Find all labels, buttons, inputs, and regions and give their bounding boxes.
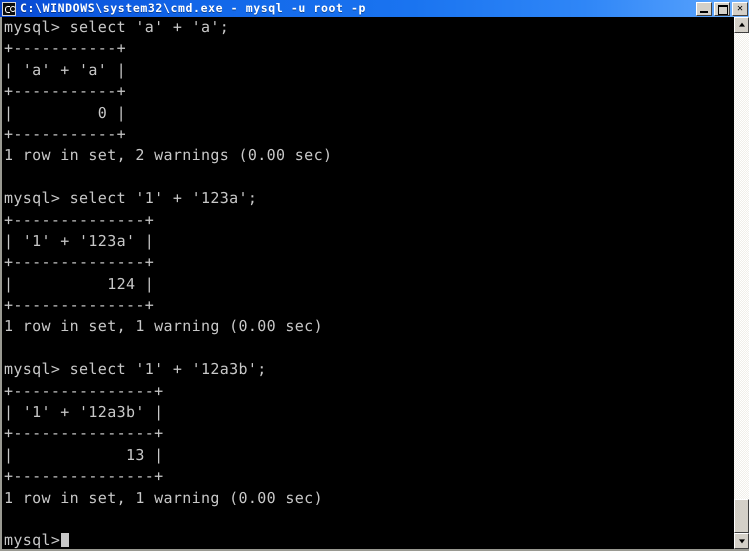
title-bar[interactable]: C:\WINDOWS\system32\cmd.exe - mysql -u r… xyxy=(0,0,749,17)
close-icon: ✕ xyxy=(736,2,744,14)
console-area: mysql> select 'a' + 'a'; +-----------+ | '… xyxy=(0,17,749,551)
window-title: C:\WINDOWS\system32\cmd.exe - mysql -u r… xyxy=(20,1,367,15)
terminal-line: +-----------+ xyxy=(4,39,126,58)
terminal-line: mysql> xyxy=(4,530,733,549)
scroll-down-button[interactable] xyxy=(734,533,749,549)
terminal-line: +-----------+ xyxy=(4,82,126,101)
terminal-line: +--------------+ xyxy=(4,253,155,272)
terminal-line: 1 row in set, 1 warning (0.00 sec) xyxy=(4,488,323,507)
terminal-line: +---------------+ xyxy=(4,424,164,443)
terminal-line: +-----------+ xyxy=(4,124,126,143)
terminal-output[interactable]: mysql> select 'a' + 'a'; +-----------+ | '… xyxy=(2,17,733,549)
scroll-up-button[interactable] xyxy=(734,17,749,33)
cmd-window: C:\WINDOWS\system32\cmd.exe - mysql -u r… xyxy=(0,0,749,551)
chevron-down-icon xyxy=(738,539,745,544)
terminal-line: mysql> select '1' + '123a'; xyxy=(4,189,258,208)
terminal-line: +---------------+ xyxy=(4,467,164,486)
terminal-line: mysql> select 'a' + 'a'; xyxy=(4,18,230,36)
terminal-line: | '1' + '12a3b' | xyxy=(4,403,164,422)
terminal-line: 1 row in set, 1 warning (0.00 sec) xyxy=(4,317,323,336)
terminal-line: | 0 | xyxy=(4,103,126,122)
window-controls: ✕ xyxy=(696,1,748,16)
terminal-line: +--------------+ xyxy=(4,296,155,315)
scrollbar-thumb[interactable] xyxy=(734,499,749,533)
maximize-button[interactable] xyxy=(714,1,730,16)
vertical-scrollbar[interactable] xyxy=(733,17,749,549)
chevron-up-icon xyxy=(738,22,745,27)
terminal-line: | '1' + '123a' | xyxy=(4,231,155,250)
terminal-line: | 'a' + 'a' | xyxy=(4,60,126,79)
maximize-icon xyxy=(718,4,728,15)
minimize-button[interactable] xyxy=(696,1,712,16)
scrollbar-track[interactable] xyxy=(734,33,749,533)
minimize-icon xyxy=(700,10,708,13)
terminal-line: mysql> select '1' + '12a3b'; xyxy=(4,360,267,379)
terminal-line: +--------------+ xyxy=(4,210,155,229)
close-button[interactable]: ✕ xyxy=(732,1,748,16)
terminal-line: | 13 | xyxy=(4,445,164,464)
terminal-line: 1 row in set, 2 warnings (0.00 sec) xyxy=(4,146,333,165)
cmd-console-icon[interactable] xyxy=(2,1,16,16)
terminal-line: | 124 | xyxy=(4,274,155,293)
text-cursor xyxy=(61,533,70,548)
terminal-line: +---------------+ xyxy=(4,381,164,400)
